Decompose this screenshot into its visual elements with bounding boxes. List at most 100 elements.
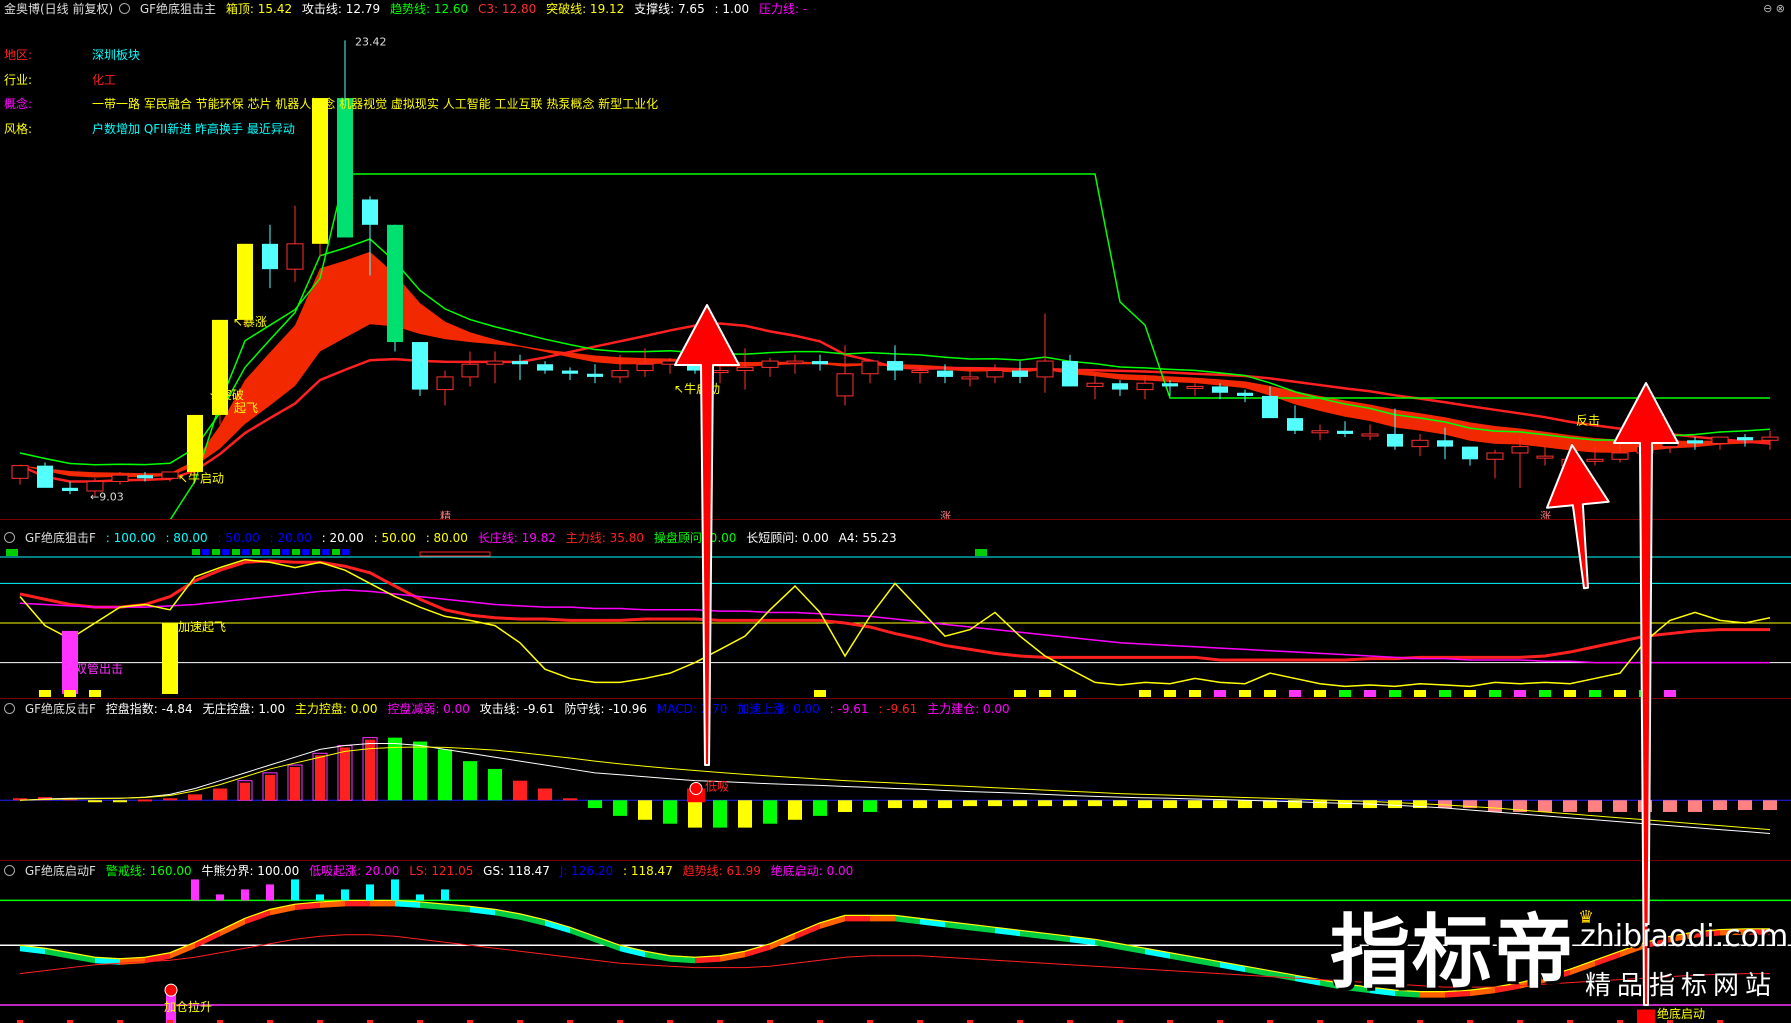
candle-body bbox=[412, 342, 428, 390]
histogram-bar bbox=[1338, 800, 1352, 809]
bottom-square bbox=[1139, 690, 1151, 697]
candle-body bbox=[1462, 446, 1478, 460]
candle-body bbox=[486, 360, 504, 365]
candle-body bbox=[461, 363, 479, 378]
candle-body bbox=[812, 361, 828, 365]
spike-bar bbox=[191, 879, 199, 901]
bottom-square bbox=[814, 690, 826, 697]
spike-bar bbox=[316, 894, 324, 901]
indicator-pane-3[interactable]: GF绝底反击F 控盘指数: -4.84 无庄控盘: 1.00 主力控盘: 0.0… bbox=[0, 700, 1791, 861]
histogram-bar bbox=[763, 800, 777, 824]
spike-bar bbox=[341, 889, 349, 901]
bottom-square bbox=[1364, 690, 1376, 697]
bottom-square bbox=[1539, 690, 1551, 697]
info-region: 地区: 深圳板块 bbox=[4, 48, 140, 62]
bottom-square bbox=[1164, 690, 1176, 697]
band-segment bbox=[795, 922, 820, 940]
candle-body bbox=[1486, 452, 1504, 460]
signal-niu1-label: ↖牛启动 bbox=[178, 470, 224, 485]
candle-body bbox=[1212, 386, 1228, 393]
histogram-bar bbox=[1738, 800, 1752, 811]
candle-body bbox=[337, 98, 353, 238]
histogram-bar bbox=[663, 800, 677, 824]
histogram-bar bbox=[1563, 800, 1577, 812]
bottom-square bbox=[39, 690, 51, 697]
band-segment bbox=[1270, 970, 1295, 982]
histogram-bar bbox=[588, 800, 602, 809]
histogram-bar bbox=[1688, 800, 1702, 812]
candle-body bbox=[1262, 395, 1278, 419]
bottom-square bbox=[64, 690, 76, 697]
top-marker bbox=[302, 549, 310, 555]
candle-body bbox=[1761, 436, 1779, 441]
band-segment bbox=[770, 933, 795, 950]
signal-qifei-label: 起飞 bbox=[234, 401, 258, 415]
bottom-square bbox=[1464, 690, 1476, 697]
oscillator-chart: 双管出击 加速起飞 bbox=[0, 549, 1791, 697]
info-style-value: 户数增加 QFII新进 昨高换手 最近异动 bbox=[92, 122, 295, 136]
candle-body bbox=[537, 364, 553, 371]
label-b: 加速起飞 bbox=[178, 620, 226, 634]
histogram-bar bbox=[888, 800, 902, 809]
spike-bar bbox=[241, 889, 249, 901]
histogram-bar bbox=[1438, 800, 1452, 809]
bottom-square bbox=[1589, 690, 1601, 697]
histogram-bar bbox=[813, 800, 827, 816]
histogram-bar bbox=[1663, 800, 1677, 812]
spike-bar bbox=[216, 894, 224, 901]
bottom-square bbox=[1564, 690, 1576, 697]
candle-body bbox=[736, 366, 754, 372]
candle-body bbox=[1062, 361, 1078, 387]
series-1 bbox=[19, 589, 1770, 664]
band-segment bbox=[345, 900, 370, 907]
bottom-square bbox=[89, 690, 101, 697]
histogram-bar bbox=[1138, 800, 1152, 809]
histogram-bar-inner bbox=[315, 755, 325, 801]
histogram-bar bbox=[513, 780, 527, 801]
histogram-bar bbox=[913, 800, 927, 809]
histogram-bar bbox=[1763, 800, 1777, 811]
histogram-bar bbox=[213, 788, 227, 801]
top-marker bbox=[282, 549, 290, 555]
histogram-bar bbox=[1063, 800, 1077, 807]
bottom-square bbox=[1614, 690, 1626, 697]
candle-body bbox=[661, 360, 679, 365]
band-segment bbox=[1195, 957, 1220, 968]
candle-body bbox=[62, 487, 78, 491]
histogram-bar bbox=[138, 799, 152, 802]
candle-body bbox=[1411, 439, 1429, 448]
candle-body bbox=[312, 98, 328, 244]
band-segment bbox=[1095, 939, 1120, 950]
histogram-bar bbox=[113, 800, 127, 803]
candle-body bbox=[1687, 440, 1703, 444]
histogram-bar bbox=[188, 794, 202, 801]
top-marker bbox=[222, 549, 230, 555]
histogram-bar-inner bbox=[290, 767, 300, 801]
candle-body bbox=[1711, 436, 1729, 444]
plus-circle-icon bbox=[689, 782, 703, 795]
band-segment bbox=[220, 918, 245, 937]
series-0 bbox=[19, 743, 1771, 834]
band-segment bbox=[1295, 975, 1320, 986]
histogram-bar bbox=[1388, 800, 1402, 809]
label-a: 双管出击 bbox=[75, 661, 123, 676]
histogram-bar bbox=[788, 800, 802, 820]
candle-body bbox=[1387, 433, 1403, 447]
indicator-pane-2[interactable]: GF绝底狙击F : 100.00 : 80.00 : 50.00 : 20.00… bbox=[0, 529, 1791, 699]
histogram-bar bbox=[1038, 800, 1052, 807]
candle-body bbox=[887, 361, 903, 371]
band-segment bbox=[1145, 948, 1170, 959]
candle-body bbox=[286, 243, 304, 270]
candle-body bbox=[1511, 446, 1529, 454]
candle-body bbox=[937, 370, 953, 377]
candle-body bbox=[636, 363, 654, 372]
histogram-bar bbox=[88, 800, 102, 803]
histogram-bar bbox=[1538, 800, 1552, 812]
high-price-label: 23.42 bbox=[355, 35, 387, 48]
candle-body bbox=[761, 360, 779, 368]
histogram-bar bbox=[1713, 800, 1727, 811]
candle-body bbox=[161, 471, 179, 479]
top-marker bbox=[252, 549, 260, 555]
band-segment bbox=[70, 952, 95, 964]
main-chart-pane[interactable]: 金奥博(日线 前复权) GF绝底狙击主 箱顶: 15.42 攻击线: 12.79… bbox=[0, 0, 1791, 520]
